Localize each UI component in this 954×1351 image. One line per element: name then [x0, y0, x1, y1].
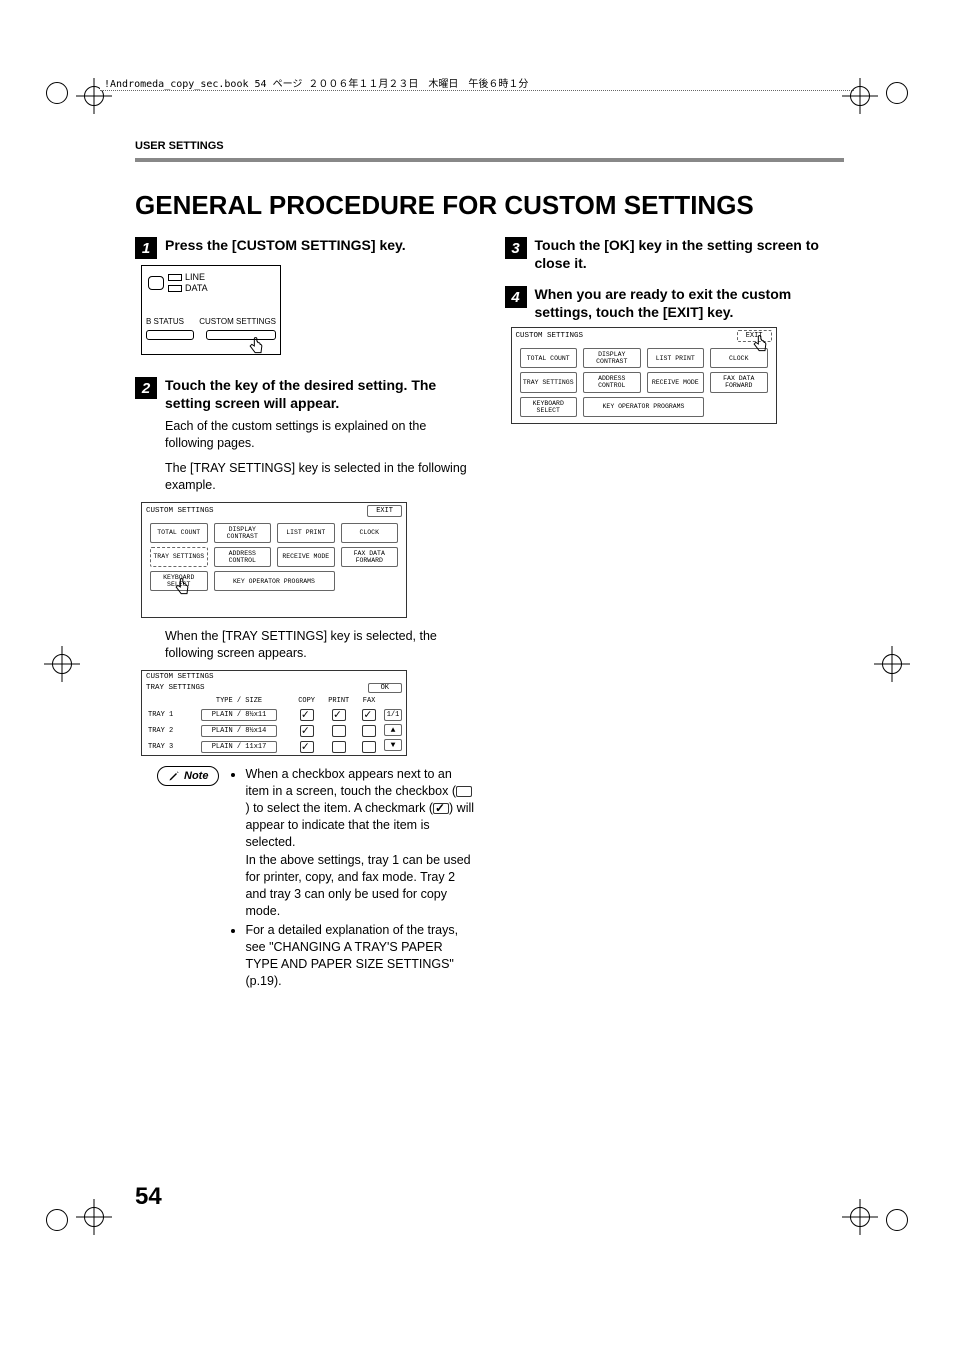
checkbox-print[interactable]: [332, 709, 346, 721]
crop-mark: [48, 650, 76, 678]
hardware-panel-illustration: LINEDATA B STATUS CUSTOM SETTINGS: [141, 265, 281, 355]
panel-line-label: LINE: [185, 272, 205, 282]
step-number: 3: [505, 237, 527, 259]
pencil-icon: [168, 770, 180, 782]
col-fax: FAX: [356, 695, 382, 707]
menu-receive-mode[interactable]: RECEIVE MODE: [277, 547, 335, 567]
crop-mark: [80, 1203, 108, 1231]
tray-typesize[interactable]: PLAIN / 8½x11: [201, 709, 277, 721]
tray-name: TRAY 2: [142, 723, 186, 739]
menu-address-control[interactable]: ADDRESS CONTROL: [583, 372, 641, 392]
menu-display-contrast[interactable]: DISPLAY CONTRAST: [214, 523, 272, 543]
step-number: 4: [505, 286, 527, 308]
note-block: Note When a checkbox appears next to an …: [135, 766, 475, 991]
step-3: 3 Touch the [OK] key in the setting scre…: [505, 237, 845, 272]
lcd-custom-settings-menu: CUSTOM SETTINGS EXIT TOTAL COUNT DISPLAY…: [141, 502, 407, 619]
checkbox-fax[interactable]: [362, 741, 376, 753]
menu-clock[interactable]: CLOCK: [341, 523, 399, 543]
table-row: TRAY 1 PLAIN / 8½x11: [142, 707, 382, 723]
tray-name: TRAY 1: [142, 707, 186, 723]
panel-custom-label: CUSTOM SETTINGS: [199, 317, 276, 326]
checkbox-copy[interactable]: [300, 725, 314, 737]
menu-list-print[interactable]: LIST PRINT: [277, 523, 335, 543]
page-indicator: 1/1: [384, 709, 402, 721]
checkbox-print[interactable]: [332, 725, 346, 737]
crop-corner: [886, 82, 908, 104]
lcd-tray-settings: CUSTOM SETTINGS TRAY SETTINGS OK TYPE / …: [141, 670, 407, 756]
lcd-subheader: TRAY SETTINGS: [146, 684, 205, 692]
col-type-size: TYPE / SIZE: [186, 695, 292, 707]
panel-data-label: DATA: [185, 283, 208, 293]
menu-keyboard-select[interactable]: KEYBOARD SELECT: [520, 397, 578, 417]
lcd-header: CUSTOM SETTINGS: [146, 673, 214, 681]
pointing-hand-icon: [246, 336, 266, 356]
checkbox-copy[interactable]: [300, 709, 314, 721]
checkbox-empty-icon: [456, 786, 472, 797]
pointing-hand-icon: [750, 334, 770, 354]
tray-name: TRAY 3: [142, 739, 186, 755]
note-badge: Note: [157, 766, 219, 786]
menu-list-print[interactable]: LIST PRINT: [647, 348, 705, 368]
menu-tray-settings[interactable]: TRAY SETTINGS: [520, 372, 578, 392]
step-number: 1: [135, 237, 157, 259]
checkbox-fax[interactable]: [362, 725, 376, 737]
crop-corner: [886, 1209, 908, 1231]
crop-mark: [846, 1203, 874, 1231]
scroll-up-button[interactable]: ▲: [384, 724, 402, 736]
menu-total-count[interactable]: TOTAL COUNT: [520, 348, 578, 368]
section-rule: [135, 158, 844, 162]
checkbox-checked-icon: [433, 803, 449, 814]
page-number: 54: [135, 1183, 162, 1211]
tray-table: TYPE / SIZE COPY PRINT FAX TRAY 1 PLAIN …: [142, 695, 382, 755]
panel-status-label: B STATUS: [146, 317, 184, 326]
lcd-custom-settings-menu-exit: CUSTOM SETTINGS EXIT TOTAL COUNT DISPLAY…: [511, 327, 777, 424]
lcd-header: CUSTOM SETTINGS: [146, 507, 214, 515]
step-body: Each of the custom settings is explained…: [165, 418, 475, 452]
step-1: 1 Press the [CUSTOM SETTINGS] key.: [135, 237, 475, 259]
step-title: Touch the [OK] key in the setting screen…: [535, 237, 845, 272]
step-title: Touch the key of the desired setting. Th…: [165, 377, 475, 412]
step-title: Press the [CUSTOM SETTINGS] key.: [165, 237, 406, 255]
menu-key-operator-programs[interactable]: KEY OPERATOR PROGRAMS: [583, 397, 704, 417]
menu-fax-data-forward[interactable]: FAX DATA FORWARD: [710, 372, 768, 392]
scroll-down-button[interactable]: ▼: [384, 739, 402, 751]
page-title: GENERAL PROCEDURE FOR CUSTOM SETTINGS: [135, 190, 844, 221]
menu-key-operator-programs[interactable]: KEY OPERATOR PROGRAMS: [214, 571, 335, 591]
lcd-header: CUSTOM SETTINGS: [516, 332, 584, 340]
checkbox-copy[interactable]: [300, 741, 314, 753]
col-print: PRINT: [321, 695, 356, 707]
note-item: For a detailed explanation of the trays,…: [245, 922, 474, 990]
crop-mark: [878, 650, 906, 678]
menu-display-contrast[interactable]: DISPLAY CONTRAST: [583, 348, 641, 368]
step-body: The [TRAY SETTINGS] key is selected in t…: [165, 460, 475, 494]
table-row: TRAY 2 PLAIN / 8½x14: [142, 723, 382, 739]
menu-address-control[interactable]: ADDRESS CONTROL: [214, 547, 272, 567]
step-title: When you are ready to exit the custom se…: [535, 286, 845, 321]
print-header: !Andromeda_copy_sec.book 54 ページ ２００６年１１月…: [100, 90, 854, 108]
book-header-text: !Andromeda_copy_sec.book 54 ページ ２００６年１１月…: [100, 79, 532, 90]
section-label: USER SETTINGS: [135, 140, 844, 152]
tray-typesize[interactable]: PLAIN / 8½x14: [201, 725, 277, 737]
exit-button[interactable]: EXIT: [367, 505, 402, 517]
crop-corner: [46, 82, 68, 104]
step-2: 2 Touch the key of the desired setting. …: [135, 377, 475, 412]
col-copy: COPY: [292, 695, 321, 707]
tray-typesize[interactable]: PLAIN / 11x17: [201, 741, 277, 753]
menu-tray-settings[interactable]: TRAY SETTINGS: [150, 547, 208, 567]
pointing-hand-icon: [172, 577, 192, 597]
table-row: TRAY 3 PLAIN / 11x17: [142, 739, 382, 755]
step-number: 2: [135, 377, 157, 399]
menu-total-count[interactable]: TOTAL COUNT: [150, 523, 208, 543]
step-4: 4 When you are ready to exit the custom …: [505, 286, 845, 321]
checkbox-print[interactable]: [332, 741, 346, 753]
menu-fax-data-forward[interactable]: FAX DATA FORWARD: [341, 547, 399, 567]
step-body: When the [TRAY SETTINGS] key is selected…: [165, 628, 475, 662]
ok-button[interactable]: OK: [368, 683, 402, 693]
menu-receive-mode[interactable]: RECEIVE MODE: [647, 372, 705, 392]
note-item: When a checkbox appears next to an item …: [245, 766, 474, 920]
crop-corner: [46, 1209, 68, 1231]
checkbox-fax[interactable]: [362, 709, 376, 721]
